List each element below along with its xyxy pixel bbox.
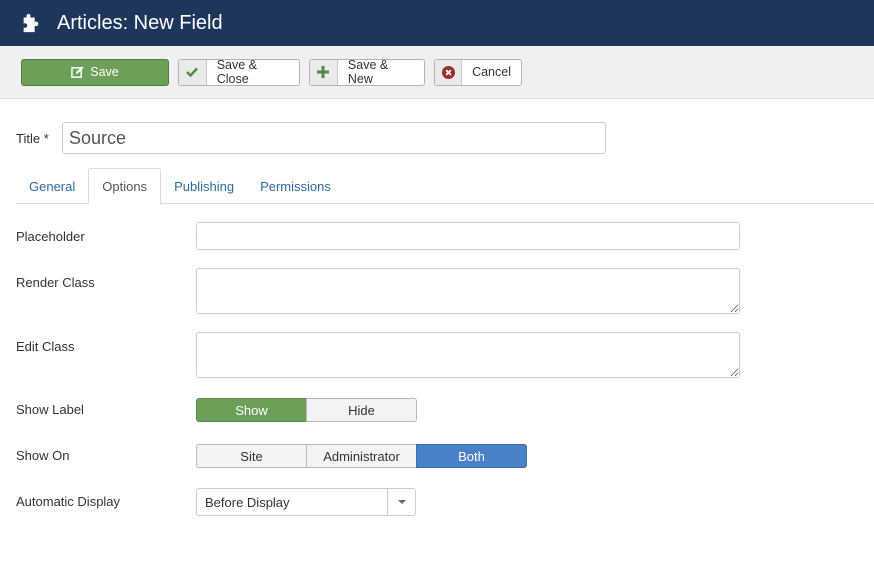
save-new-label: Save & New [347, 58, 389, 86]
tab-general[interactable]: General [16, 168, 88, 204]
show-option[interactable]: Show [196, 398, 307, 422]
automatic-display-row: Automatic Display Before Display [16, 488, 874, 516]
tab-bar: General Options Publishing Permissions [16, 168, 874, 205]
tab-permissions[interactable]: Permissions [247, 168, 344, 204]
render-class-textarea[interactable] [196, 268, 740, 314]
tab-publishing[interactable]: Publishing [161, 168, 247, 204]
edit-class-textarea[interactable] [196, 332, 740, 378]
cancel-button[interactable]: Cancel [434, 58, 522, 86]
show-label-label: Show Label [16, 402, 84, 417]
title-row: Title * [16, 122, 874, 154]
options-form: Placeholder Render Class Edit Class Show… [16, 222, 874, 516]
tab-options[interactable]: Options [88, 168, 162, 205]
plus-icon [310, 59, 338, 85]
both-option[interactable]: Both [416, 444, 527, 468]
save-close-button[interactable]: Save & Close [178, 58, 300, 86]
automatic-display-label: Automatic Display [16, 494, 121, 509]
title-input[interactable] [62, 122, 606, 154]
automatic-display-value: Before Display [205, 494, 290, 510]
edit-icon [71, 65, 84, 78]
chevron-down-icon [387, 489, 415, 515]
edit-class-label: Edit Class [16, 339, 75, 354]
title-label: Title * [16, 130, 49, 146]
save-label: Save [90, 65, 119, 79]
page-header: Articles: New Field [0, 0, 874, 46]
edit-class-row: Edit Class [16, 332, 874, 398]
site-option[interactable]: Site [196, 444, 307, 468]
render-class-label: Render Class [16, 275, 95, 290]
show-label-toggle: Show Hide [196, 398, 417, 422]
save-new-button[interactable]: Save & New [309, 58, 425, 86]
save-close-label: Save & Close [216, 58, 258, 86]
show-on-row: Show On Site Administrator Both [16, 444, 874, 488]
cancel-circle-icon [435, 59, 463, 85]
toolbar: Save Save & Close Save & New Cancel [0, 46, 874, 99]
placeholder-row: Placeholder [16, 222, 874, 268]
save-button[interactable]: Save [21, 58, 169, 86]
show-on-toggle: Site Administrator Both [196, 444, 527, 468]
automatic-display-select[interactable]: Before Display [196, 488, 416, 516]
render-class-row: Render Class [16, 268, 874, 332]
hide-option[interactable]: Hide [306, 398, 417, 422]
check-icon [179, 59, 207, 85]
cancel-label: Cancel [472, 65, 511, 79]
page-title: Articles: New Field [57, 11, 223, 34]
puzzle-icon [23, 13, 39, 33]
placeholder-input[interactable] [196, 222, 740, 250]
show-on-label: Show On [16, 448, 70, 463]
administrator-option[interactable]: Administrator [306, 444, 417, 468]
show-label-row: Show Label Show Hide [16, 398, 874, 444]
placeholder-label: Placeholder [16, 229, 85, 244]
